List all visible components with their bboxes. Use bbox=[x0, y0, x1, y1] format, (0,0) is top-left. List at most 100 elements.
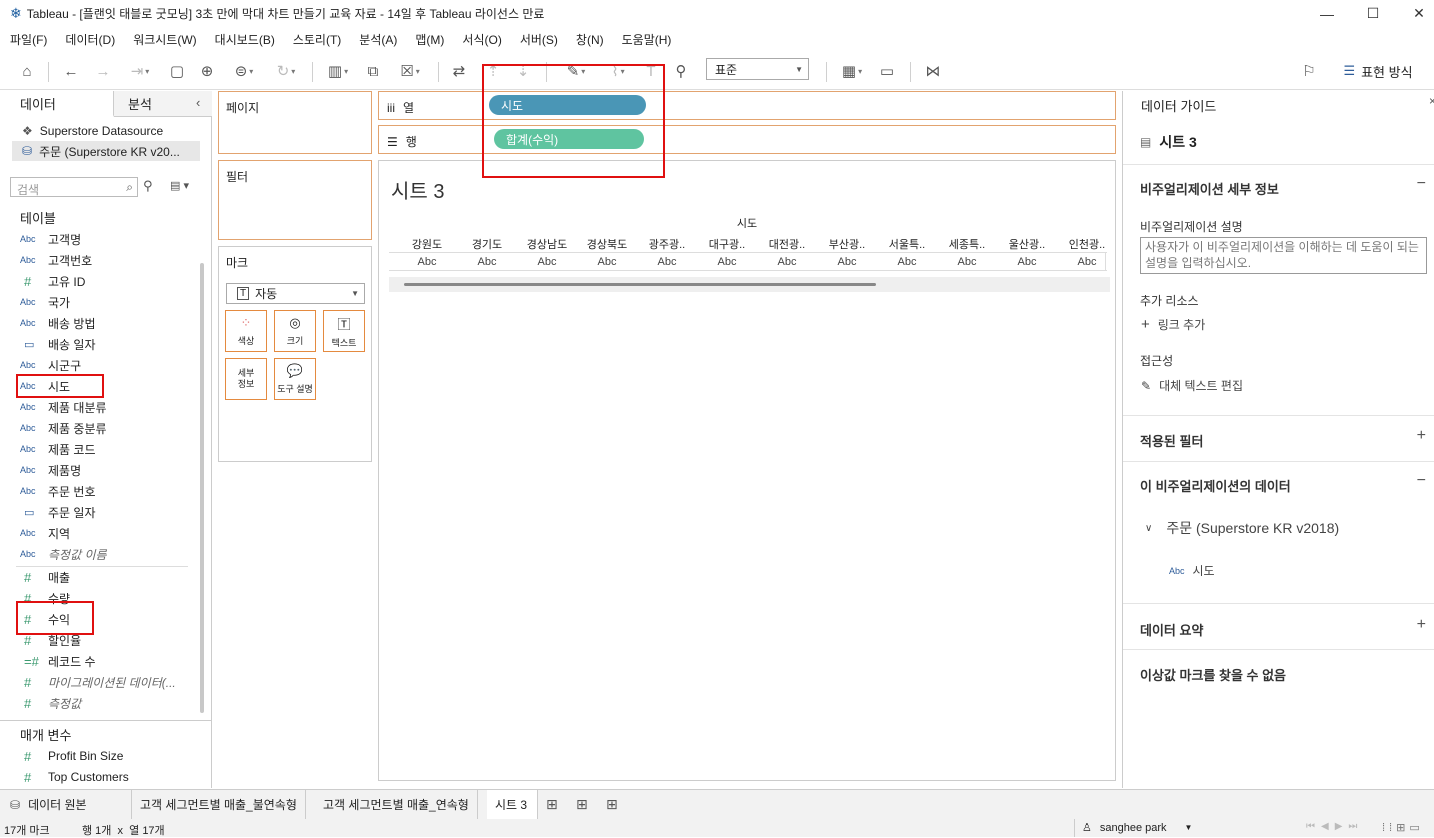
cell-text[interactable]: Abc bbox=[637, 256, 697, 268]
presentation-icon[interactable]: ▭ bbox=[876, 60, 898, 82]
column-header[interactable]: 부산광.. bbox=[817, 236, 877, 252]
menu-format[interactable]: 서식(O) bbox=[462, 31, 501, 48]
cell-text[interactable]: Abc bbox=[937, 256, 997, 268]
new-dashboard-icon[interactable]: ⊞ bbox=[568, 790, 598, 819]
column-header[interactable]: 울산광.. bbox=[997, 236, 1057, 252]
minimize-button[interactable]: — bbox=[1304, 0, 1350, 27]
detail-button[interactable]: 세부 정보 bbox=[225, 358, 267, 400]
tab-data[interactable]: 데이터 bbox=[0, 91, 114, 117]
datasource-tree-item[interactable]: ∨ 주문 (Superstore KR v2018) bbox=[1145, 518, 1339, 538]
viz-data-heading[interactable]: 이 비주얼리제이션의 데이터 bbox=[1140, 476, 1291, 495]
scrollbar[interactable] bbox=[200, 263, 204, 713]
field-item[interactable]: Abc 배송 방법 bbox=[20, 313, 200, 333]
show-cards-icon[interactable]: ▦ ▾ bbox=[834, 60, 870, 82]
column-header[interactable]: 세종특.. bbox=[937, 236, 997, 252]
measure-item[interactable]: =# 레코드 수 bbox=[20, 651, 200, 671]
field-item[interactable]: Abc 고객번호 bbox=[20, 250, 200, 270]
mark-type-select[interactable]: T 자동 ▼ bbox=[226, 283, 365, 304]
fit-select[interactable]: 표준 ▼ bbox=[706, 58, 809, 80]
collapse-icon[interactable]: ‹ bbox=[196, 95, 200, 110]
field-item[interactable]: # 고유 ID bbox=[20, 271, 200, 291]
filter-icon[interactable]: ⚲ bbox=[143, 178, 153, 194]
redo-icon[interactable]: → bbox=[92, 60, 114, 82]
maximize-button[interactable]: ☐ bbox=[1350, 0, 1396, 27]
parameter-item[interactable]: # Profit Bin Size bbox=[20, 746, 200, 766]
color-button[interactable]: ⁘ 색상 bbox=[225, 310, 267, 352]
clear-sheet-icon[interactable]: ☒ ▾ bbox=[392, 60, 428, 82]
column-header[interactable]: 경상북도 bbox=[577, 236, 637, 252]
menu-dashboard[interactable]: 대시보드(B) bbox=[215, 31, 275, 48]
tab-sheet-discrete[interactable]: 고객 세그먼트별 매출_불연속형 bbox=[132, 790, 306, 819]
collapse-icon[interactable]: − bbox=[1417, 472, 1426, 490]
edit-alt-text-button[interactable]: ✎ 대체 텍스트 편집 bbox=[1141, 377, 1243, 394]
share-icon[interactable]: ⋈ bbox=[922, 60, 944, 82]
pin-icon[interactable]: ⚲ bbox=[670, 60, 692, 82]
plus-icon[interactable]: + bbox=[1417, 427, 1426, 445]
viz-desc-textarea[interactable]: 사용자가 이 비주얼리제이션을 이해하는 데 도움이 되는 설명을 입력하십시오… bbox=[1140, 237, 1427, 274]
column-header[interactable]: 서울특.. bbox=[877, 236, 937, 252]
pause-update-icon[interactable]: ⊜ ▾ bbox=[226, 60, 262, 82]
field-item[interactable]: Abc 고객명 bbox=[20, 229, 200, 249]
column-header[interactable]: 대구광.. bbox=[697, 236, 757, 252]
format-painter-icon[interactable]: ⚐ bbox=[1298, 60, 1320, 82]
close-icon[interactable]: × bbox=[1429, 94, 1434, 108]
tooltip-button[interactable]: 💬 도구 설명 bbox=[274, 358, 316, 400]
cell-text[interactable]: Abc bbox=[457, 256, 517, 268]
group-icon[interactable]: ⌇ ▾ bbox=[600, 60, 636, 82]
measure-item[interactable]: # 마이그레이션된 데이터(... bbox=[20, 672, 200, 692]
datasource-item-selected[interactable]: ⛁ 주문 (Superstore KR v20... bbox=[12, 141, 200, 161]
refresh-icon[interactable]: ↻ ▾ bbox=[268, 60, 304, 82]
columns-shelf[interactable]: iii 열 시도 bbox=[378, 91, 1116, 120]
tab-datasource[interactable]: ⛁ 데이터 원본 bbox=[0, 790, 132, 819]
duplicate-icon[interactable]: ⧉ bbox=[362, 60, 384, 82]
viz-details-heading[interactable]: 비주얼리제이션 세부 정보 bbox=[1140, 179, 1279, 198]
menu-file[interactable]: 파일(F) bbox=[10, 31, 47, 48]
menu-worksheet[interactable]: 워크시트(W) bbox=[133, 31, 196, 48]
add-link-button[interactable]: + 링크 추가 bbox=[1141, 316, 1205, 333]
field-item[interactable]: Abc 시군구 bbox=[20, 355, 200, 375]
measure-item[interactable]: # 측정값 bbox=[20, 693, 200, 713]
header-title[interactable]: 시도 bbox=[717, 215, 777, 231]
home-icon[interactable]: ⌂ bbox=[16, 60, 38, 82]
field-tree-item[interactable]: Abc 시도 bbox=[1169, 562, 1215, 579]
measure-item[interactable]: # 매출 bbox=[20, 567, 200, 587]
sort-descending-icon[interactable]: ⇣ bbox=[512, 60, 534, 82]
new-datasource-icon[interactable]: ⊕ bbox=[196, 60, 218, 82]
menu-analysis[interactable]: 분석(A) bbox=[359, 31, 397, 48]
cell-text[interactable]: Abc bbox=[397, 256, 457, 268]
size-button[interactable]: ◎ 크기 bbox=[274, 310, 316, 352]
cell-text[interactable]: Abc bbox=[997, 256, 1057, 268]
new-worksheet-icon[interactable]: ⊞ bbox=[538, 790, 568, 819]
cell-text[interactable]: Abc bbox=[697, 256, 757, 268]
field-item[interactable]: Abc 제품 코드 bbox=[20, 439, 200, 459]
field-item[interactable]: Abc 지역 bbox=[20, 523, 200, 543]
sheet-nav-arrows[interactable]: ⏮◀▶⏭ bbox=[1306, 821, 1363, 832]
measure-item[interactable]: # 수익 bbox=[20, 609, 200, 629]
cell-text[interactable]: Abc bbox=[757, 256, 817, 268]
column-header[interactable]: 강원도 bbox=[397, 236, 457, 252]
field-item[interactable]: Abc 제품 대분류 bbox=[20, 397, 200, 417]
collapse-icon[interactable]: − bbox=[1417, 175, 1426, 193]
replay-icon[interactable]: ⇥ ▾ bbox=[122, 60, 158, 82]
menu-data[interactable]: 데이터(D) bbox=[65, 31, 115, 48]
menu-map[interactable]: 맵(M) bbox=[415, 31, 444, 48]
column-header[interactable]: 경기도 bbox=[457, 236, 517, 252]
cell-text[interactable]: Abc bbox=[577, 256, 637, 268]
close-button[interactable]: ✕ bbox=[1396, 0, 1434, 27]
cell-text[interactable]: Abc bbox=[517, 256, 577, 268]
cell-text[interactable]: Abc bbox=[1057, 256, 1117, 268]
menu-window[interactable]: 창(N) bbox=[576, 31, 604, 48]
swap-icon[interactable]: ⇄ bbox=[448, 60, 470, 82]
horizontal-scrollbar[interactable] bbox=[389, 277, 1110, 292]
data-summary-heading[interactable]: 데이터 요약 bbox=[1140, 620, 1203, 639]
show-me-button[interactable]: ☰ 표현 방식 bbox=[1336, 60, 1420, 82]
field-item[interactable]: Abc 국가 bbox=[20, 292, 200, 312]
applied-filters-heading[interactable]: 적용된 필터 bbox=[1140, 431, 1203, 450]
datasource-item[interactable]: ❖ Superstore Datasource bbox=[22, 124, 163, 138]
new-worksheet-icon[interactable]: ▥ ▾ bbox=[320, 60, 356, 82]
pages-card[interactable]: 페이지 bbox=[218, 91, 372, 154]
column-header[interactable]: 광주광.. bbox=[637, 236, 697, 252]
view-options-icon[interactable]: ▤ ▾ bbox=[170, 179, 189, 192]
filters-card[interactable]: 필터 bbox=[218, 160, 372, 240]
cell-text[interactable]: Abc bbox=[877, 256, 937, 268]
